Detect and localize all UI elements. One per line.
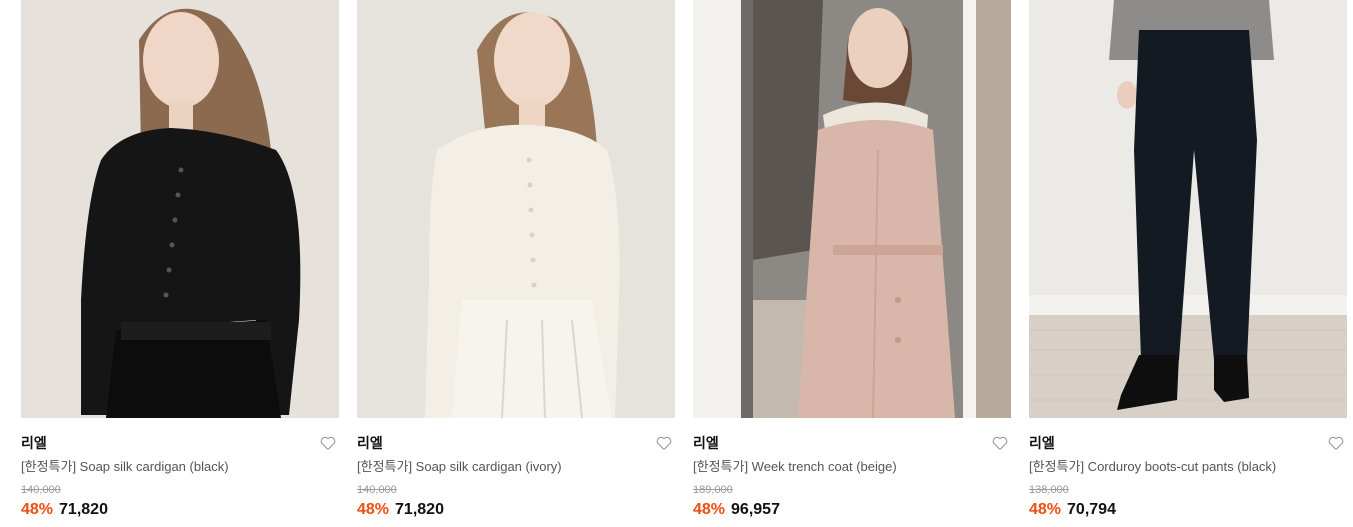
sale-price: 96,957 — [731, 501, 780, 518]
product-image[interactable] — [21, 0, 339, 418]
discount-rate: 48% — [357, 501, 390, 518]
product-brand[interactable]: 리엘 — [1029, 434, 1055, 452]
discount-rate: 48% — [693, 501, 726, 518]
product-card[interactable]: 리엘 [한정특가] Corduroy boots-cut pants (blac… — [1029, 0, 1347, 527]
product-card[interactable]: 리엘 [한정특가] Week trench coat (beige) 189,0… — [693, 0, 1011, 527]
original-price: 140,000 — [357, 484, 397, 496]
sale-price: 71,820 — [59, 501, 108, 518]
price-row: 48% 96,957 — [693, 500, 780, 520]
sale-price: 71,820 — [395, 501, 444, 518]
original-price: 140,000 — [21, 484, 61, 496]
wishlist-heart-icon[interactable] — [991, 434, 1009, 452]
product-name[interactable]: [한정특가] Soap silk cardigan (ivory) — [357, 458, 562, 476]
original-price: 138,000 — [1029, 484, 1069, 496]
product-brand[interactable]: 리엘 — [693, 434, 719, 452]
product-brand[interactable]: 리엘 — [21, 434, 47, 452]
product-image[interactable] — [1029, 0, 1347, 418]
price-row: 48% 71,820 — [21, 500, 108, 520]
product-card[interactable]: 리엘 [한정특가] Soap silk cardigan (black) 140… — [21, 0, 339, 527]
product-brand[interactable]: 리엘 — [357, 434, 383, 452]
wishlist-heart-icon[interactable] — [655, 434, 673, 452]
product-name[interactable]: [한정특가] Corduroy boots-cut pants (black) — [1029, 458, 1276, 476]
discount-rate: 48% — [1029, 501, 1062, 518]
product-card[interactable]: 리엘 [한정특가] Soap silk cardigan (ivory) 140… — [357, 0, 675, 527]
price-row: 48% 70,794 — [1029, 500, 1116, 520]
wishlist-heart-icon[interactable] — [319, 434, 337, 452]
product-name[interactable]: [한정특가] Week trench coat (beige) — [693, 458, 897, 476]
price-row: 48% 71,820 — [357, 500, 444, 520]
wishlist-heart-icon[interactable] — [1327, 434, 1345, 452]
product-grid: 리엘 [한정특가] Soap silk cardigan (black) 140… — [0, 0, 1353, 527]
discount-rate: 48% — [21, 501, 54, 518]
product-name[interactable]: [한정특가] Soap silk cardigan (black) — [21, 458, 229, 476]
product-image[interactable] — [693, 0, 1011, 418]
product-image[interactable] — [357, 0, 675, 418]
original-price: 189,000 — [693, 484, 733, 496]
sale-price: 70,794 — [1067, 501, 1116, 518]
